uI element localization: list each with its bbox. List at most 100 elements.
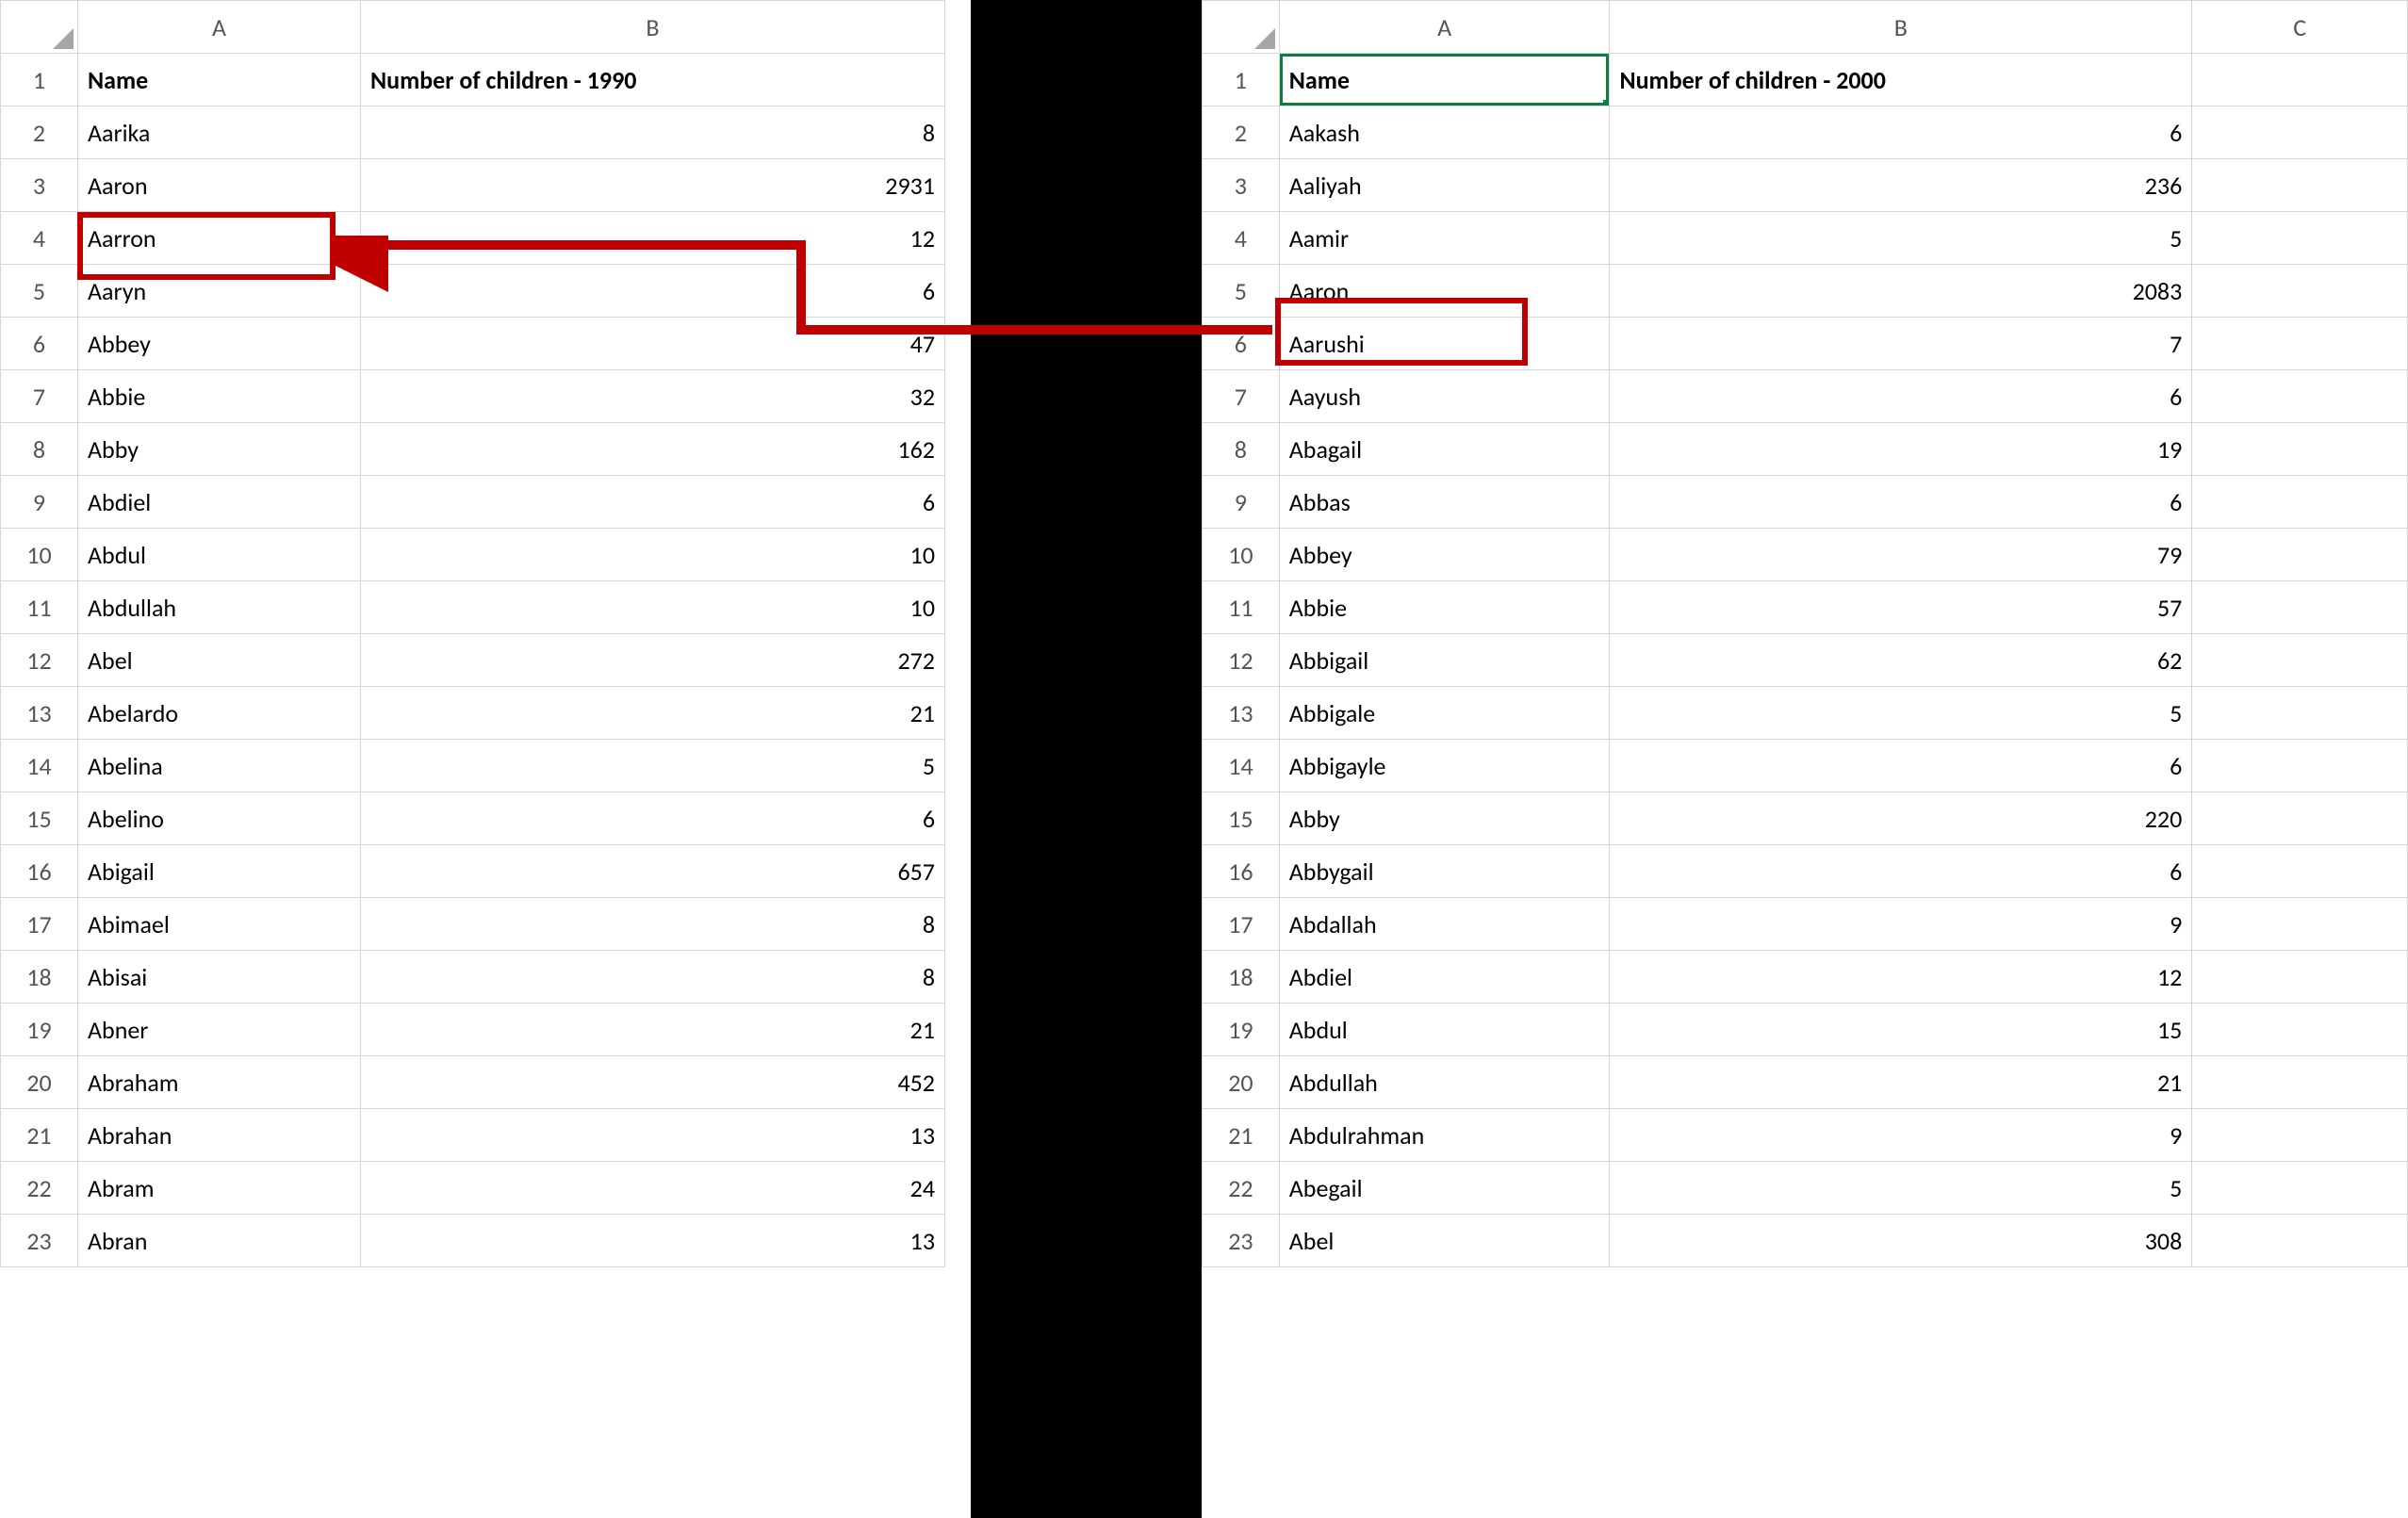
row-header[interactable]: 16: [1203, 845, 1280, 898]
cell[interactable]: [2192, 1004, 2408, 1056]
row-header[interactable]: 10: [1, 529, 78, 581]
cell[interactable]: 6: [1610, 845, 2192, 898]
cell[interactable]: Abdallah: [1279, 898, 1610, 951]
row-header[interactable]: 8: [1, 423, 78, 476]
cell[interactable]: Abram: [78, 1162, 361, 1215]
cell[interactable]: Aarushi: [1279, 318, 1610, 370]
cell[interactable]: Abbey: [1279, 529, 1610, 581]
cell[interactable]: Aarron: [78, 212, 361, 265]
cell[interactable]: Aaliyah: [1279, 159, 1610, 212]
row-header[interactable]: 12: [1203, 634, 1280, 687]
cell[interactable]: Abdullah: [78, 581, 361, 634]
cell[interactable]: 657: [361, 845, 945, 898]
cell[interactable]: [2192, 106, 2408, 159]
cell[interactable]: 79: [1610, 529, 2192, 581]
cell[interactable]: [2192, 370, 2408, 423]
row-header[interactable]: 17: [1, 898, 78, 951]
cell[interactable]: Abdullah: [1279, 1056, 1610, 1109]
cell[interactable]: Abner: [78, 1004, 361, 1056]
row-header[interactable]: 1: [1, 54, 78, 106]
cell[interactable]: 162: [361, 423, 945, 476]
row-header[interactable]: 23: [1203, 1215, 1280, 1267]
cell[interactable]: [2192, 792, 2408, 845]
cell[interactable]: 47: [361, 318, 945, 370]
row-header[interactable]: 3: [1203, 159, 1280, 212]
row-header[interactable]: 3: [1, 159, 78, 212]
cell[interactable]: 10: [361, 581, 945, 634]
cell[interactable]: 6: [361, 476, 945, 529]
cell[interactable]: 8: [361, 951, 945, 1004]
cell[interactable]: [2192, 318, 2408, 370]
cell[interactable]: 452: [361, 1056, 945, 1109]
header-cell-count[interactable]: Number of children - 2000: [1610, 54, 2192, 106]
cell[interactable]: [2192, 634, 2408, 687]
row-header[interactable]: 14: [1, 740, 78, 792]
cell[interactable]: Aakash: [1279, 106, 1610, 159]
cell[interactable]: 12: [1610, 951, 2192, 1004]
col-header-C[interactable]: C: [2192, 1, 2408, 54]
cell[interactable]: 6: [1610, 370, 2192, 423]
cell[interactable]: Aaryn: [78, 265, 361, 318]
cell[interactable]: [2192, 1056, 2408, 1109]
cell[interactable]: [2192, 687, 2408, 740]
cell[interactable]: 5: [1610, 687, 2192, 740]
cell[interactable]: 220: [1610, 792, 2192, 845]
cell[interactable]: 21: [361, 687, 945, 740]
cell[interactable]: 21: [1610, 1056, 2192, 1109]
row-header[interactable]: 19: [1, 1004, 78, 1056]
row-header[interactable]: 18: [1203, 951, 1280, 1004]
cell[interactable]: 2931: [361, 159, 945, 212]
header-cell-name[interactable]: Name: [1279, 54, 1610, 106]
cell[interactable]: 57: [1610, 581, 2192, 634]
row-header[interactable]: 20: [1203, 1056, 1280, 1109]
cell[interactable]: [2192, 898, 2408, 951]
cell[interactable]: Aamir: [1279, 212, 1610, 265]
col-header-A[interactable]: A: [1279, 1, 1610, 54]
cell[interactable]: 13: [361, 1215, 945, 1267]
cell[interactable]: Abdiel: [78, 476, 361, 529]
cell[interactable]: Abisai: [78, 951, 361, 1004]
row-header[interactable]: 5: [1203, 265, 1280, 318]
cell[interactable]: 5: [1610, 212, 2192, 265]
cell[interactable]: Abbygail: [1279, 845, 1610, 898]
row-header[interactable]: 2: [1203, 106, 1280, 159]
row-header[interactable]: 9: [1, 476, 78, 529]
cell[interactable]: Abraham: [78, 1056, 361, 1109]
cell[interactable]: Abelina: [78, 740, 361, 792]
row-header[interactable]: 22: [1, 1162, 78, 1215]
header-cell-count[interactable]: Number of children - 1990: [361, 54, 945, 106]
row-header[interactable]: 18: [1, 951, 78, 1004]
cell[interactable]: Abbey: [78, 318, 361, 370]
cell[interactable]: 12: [361, 212, 945, 265]
cell[interactable]: Abelardo: [78, 687, 361, 740]
cell[interactable]: 19: [1610, 423, 2192, 476]
cell[interactable]: 8: [361, 898, 945, 951]
cell[interactable]: Aaron: [1279, 265, 1610, 318]
cell[interactable]: [2192, 1215, 2408, 1267]
cell[interactable]: Aaron: [78, 159, 361, 212]
left-spreadsheet[interactable]: A B 1 Name Number of children - 1990 2Aa…: [0, 0, 971, 1518]
cell[interactable]: [2192, 951, 2408, 1004]
row-header[interactable]: 16: [1, 845, 78, 898]
col-header-B[interactable]: B: [1610, 1, 2192, 54]
cell[interactable]: [2192, 423, 2408, 476]
cell[interactable]: 6: [1610, 476, 2192, 529]
cell[interactable]: [2192, 1109, 2408, 1162]
cell[interactable]: 8: [361, 106, 945, 159]
row-header[interactable]: 12: [1, 634, 78, 687]
cell[interactable]: Abbie: [78, 370, 361, 423]
cell[interactable]: 5: [361, 740, 945, 792]
row-header[interactable]: 11: [1203, 581, 1280, 634]
cell[interactable]: Abby: [1279, 792, 1610, 845]
cell[interactable]: 6: [361, 265, 945, 318]
row-header[interactable]: 13: [1, 687, 78, 740]
cell[interactable]: 236: [1610, 159, 2192, 212]
cell[interactable]: Abdul: [1279, 1004, 1610, 1056]
cell[interactable]: [2192, 476, 2408, 529]
cell[interactable]: Abdiel: [1279, 951, 1610, 1004]
cell[interactable]: [2192, 529, 2408, 581]
cell[interactable]: 9: [1610, 1109, 2192, 1162]
row-header[interactable]: 7: [1, 370, 78, 423]
cell[interactable]: 15: [1610, 1004, 2192, 1056]
row-header[interactable]: 17: [1203, 898, 1280, 951]
